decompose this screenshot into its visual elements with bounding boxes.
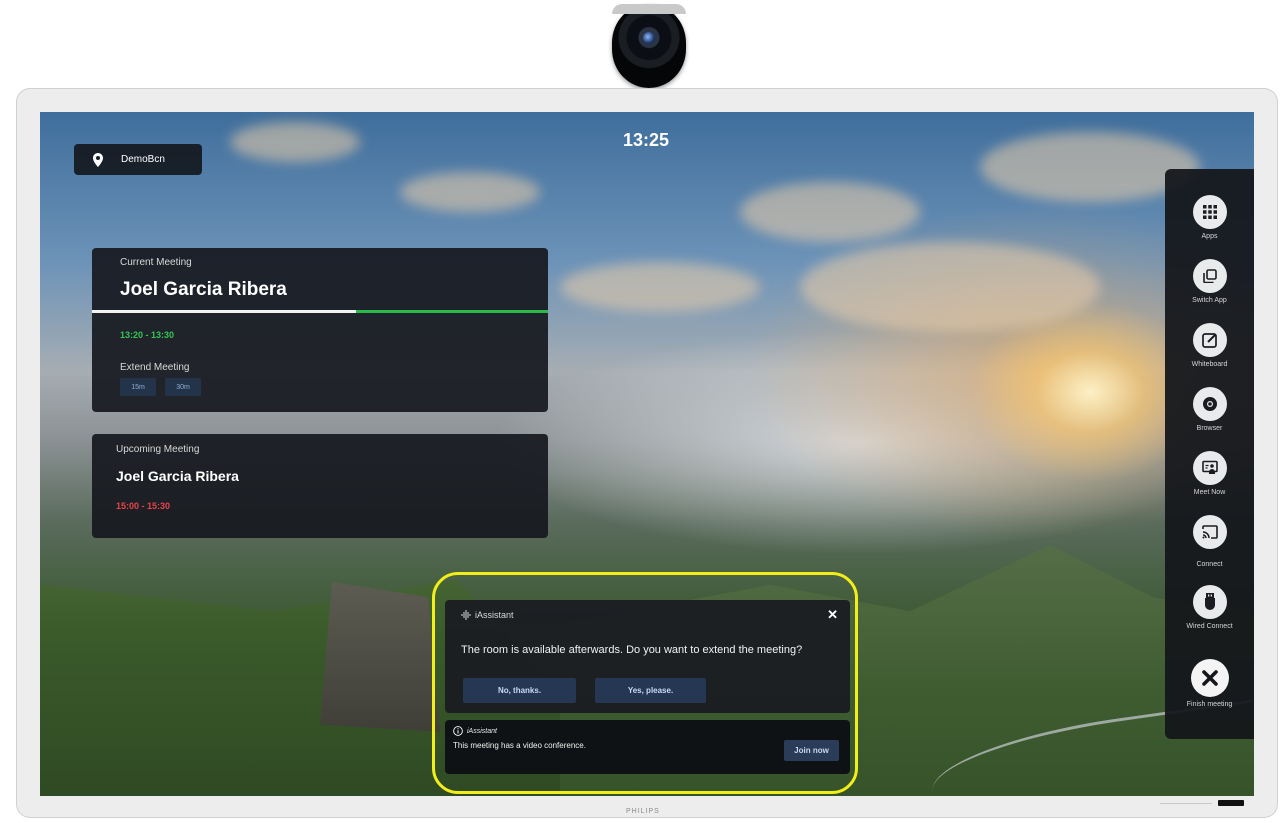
extend-meeting-label: Extend Meeting — [120, 362, 190, 373]
webcam — [612, 4, 686, 88]
close-icon[interactable]: ✕ — [827, 607, 838, 623]
meet-now-icon — [1192, 451, 1227, 485]
sidebar-item-label: Meet Now — [1193, 489, 1226, 496]
sidebar-item-label: Whiteboard — [1191, 361, 1228, 368]
no-thanks-button[interactable]: No, thanks. — [463, 678, 576, 703]
upcoming-meeting-organizer: Joel Garcia Ribera — [116, 468, 239, 484]
current-meeting-card: Current Meeting Joel Garcia Ribera 13:20… — [92, 248, 548, 412]
background-rock — [320, 582, 440, 732]
extend-15m-button[interactable]: 15m — [120, 378, 156, 396]
upcoming-meeting-time: 15:00 - 15:30 — [116, 501, 171, 511]
sidebar-item-wired-connect[interactable]: Wired Connect — [1165, 585, 1254, 630]
current-meeting-time: 13:20 - 13:30 — [120, 330, 175, 340]
upcoming-meeting-caption: Upcoming Meeting — [116, 444, 200, 455]
join-now-button[interactable]: Join now — [784, 740, 839, 761]
background-cloud — [740, 182, 920, 242]
background-cloud — [230, 122, 360, 162]
extend-30m-button[interactable]: 30m — [165, 378, 201, 396]
sidebar-item-meet-now[interactable]: Meet Now — [1165, 451, 1254, 496]
sidebar-item-label: Switch App — [1192, 297, 1227, 304]
assistant-brand: iAssistant — [475, 610, 514, 620]
notification-header: iAssistant — [453, 726, 497, 736]
browser-icon — [1192, 387, 1227, 421]
clock: 13:25 — [623, 130, 670, 150]
background-cloud — [560, 262, 760, 312]
notification-text: This meeting has a video conference. — [453, 741, 586, 750]
device-brand: PHILIPS — [626, 808, 660, 815]
whiteboard-icon — [1192, 323, 1227, 357]
location-label: DemoBcn — [121, 154, 165, 165]
yes-please-button[interactable]: Yes, please. — [595, 678, 706, 703]
sidebar-item-label: Finish meeting — [1186, 701, 1233, 708]
screen: 13:25 DemoBcn Current Meeting Joel Garci… — [40, 112, 1254, 796]
assistant-dialog: iAssistant ✕ The room is available after… — [445, 600, 850, 713]
sidebar-item-whiteboard[interactable]: Whiteboard — [1165, 323, 1254, 368]
location-badge[interactable]: DemoBcn — [74, 144, 202, 175]
power-button[interactable] — [1218, 800, 1244, 806]
sidebar-item-label: Browser — [1196, 425, 1223, 432]
upcoming-meeting-card: Upcoming Meeting Joel Garcia Ribera 15:0… — [92, 434, 548, 538]
notification-source: iAssistant — [467, 727, 497, 735]
video-conference-notification: iAssistant This meeting has a video conf… — [445, 720, 850, 774]
background-cloud — [400, 172, 540, 212]
sidebar-item-label: Connect — [1196, 561, 1223, 568]
sidebar-item-label: Wired Connect — [1186, 623, 1233, 630]
location-pin-icon — [93, 152, 103, 167]
usb-icon — [1192, 585, 1227, 619]
sidebar-item-apps[interactable]: Apps — [1165, 195, 1254, 240]
bezel-line — [1160, 803, 1212, 804]
sidebar-item-connect[interactable]: Connect — [1165, 515, 1254, 568]
info-icon — [453, 726, 463, 736]
current-meeting-organizer: Joel Garcia Ribera — [120, 279, 287, 300]
voice-wave-icon — [461, 610, 471, 620]
current-meeting-caption: Current Meeting — [120, 257, 192, 268]
meeting-progress-fill — [92, 310, 357, 313]
assistant-header: iAssistant — [461, 610, 514, 620]
apps-grid-icon — [1192, 195, 1227, 229]
sidebar-item-switch-app[interactable]: Switch App — [1165, 259, 1254, 304]
side-panel: Apps Switch App Whiteboard Browser Meet … — [1165, 169, 1254, 739]
sidebar-item-label: Apps — [1201, 233, 1218, 240]
switch-app-icon — [1192, 259, 1227, 293]
sidebar-item-browser[interactable]: Browser — [1165, 387, 1254, 432]
background-cloud — [800, 242, 1100, 332]
close-icon — [1190, 659, 1229, 697]
sidebar-item-finish-meeting[interactable]: Finish meeting — [1165, 659, 1254, 708]
cast-icon — [1192, 515, 1227, 549]
assistant-message: The room is available afterwards. Do you… — [461, 644, 803, 656]
meeting-progress-bar — [92, 310, 548, 313]
